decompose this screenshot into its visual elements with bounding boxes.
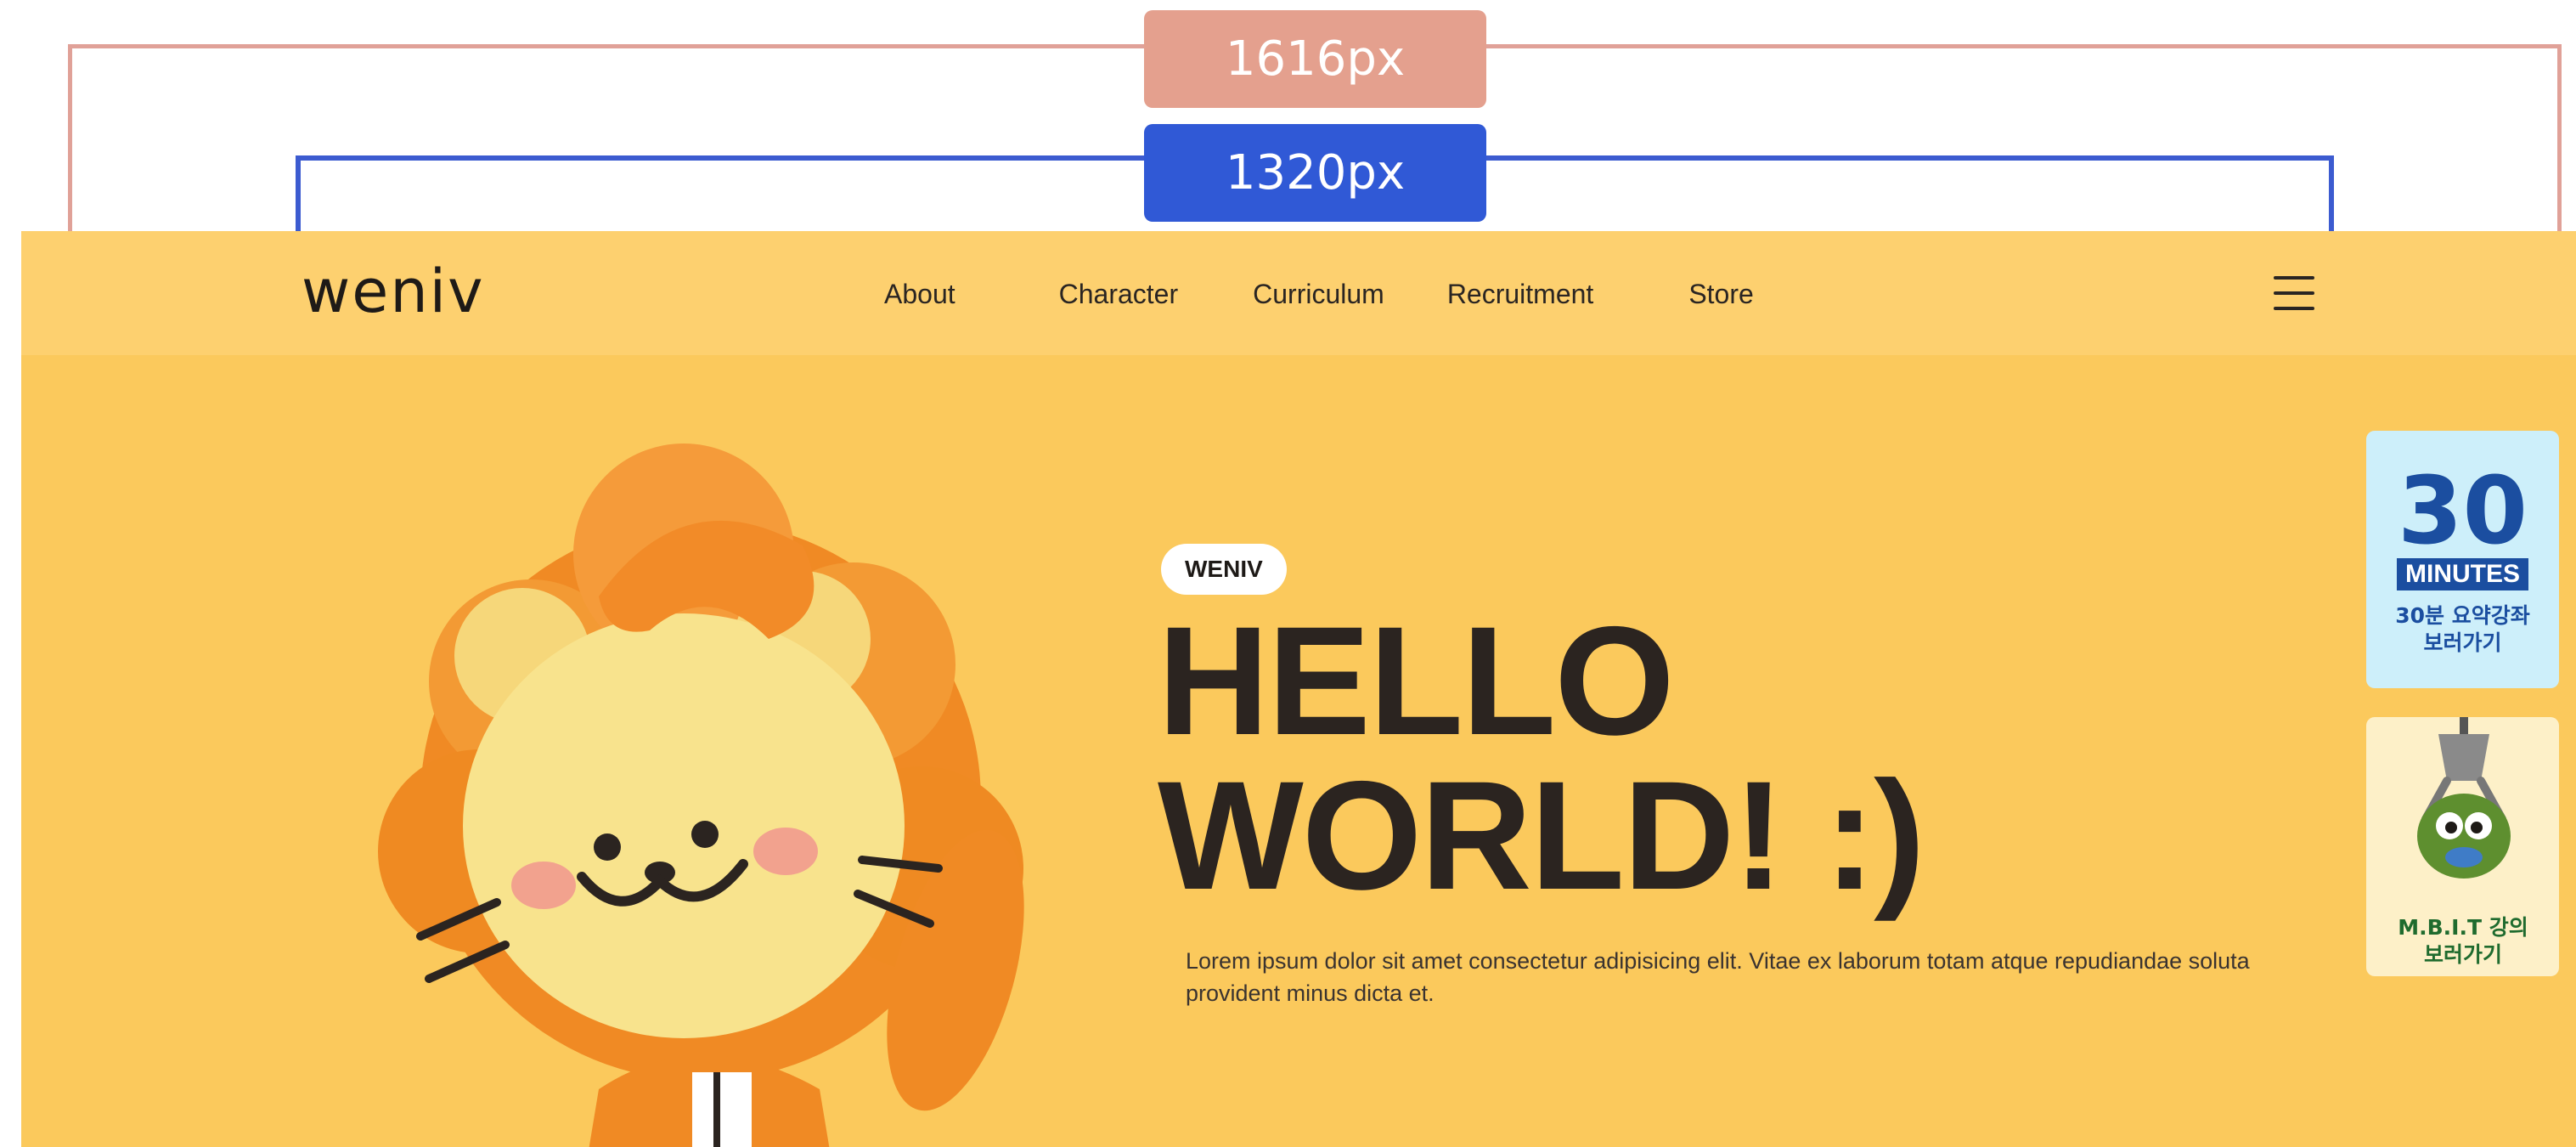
card-caption: M.B.I.T 강의 보러가기 [2378, 914, 2548, 969]
nav-store[interactable]: Store [1688, 279, 1753, 310]
nav-character[interactable]: Character [1059, 279, 1179, 310]
website-viewport: weniv About Character Curriculum Recruit… [21, 231, 2576, 1147]
nav-about[interactable]: About [884, 279, 955, 310]
hero-title-line1: HELLO [1158, 594, 1675, 767]
card-caption-line1: M.B.I.T 강의 [2398, 915, 2528, 940]
main-nav: About Character Curriculum Recruitment S… [884, 279, 1754, 310]
weniv-logo[interactable]: weniv [302, 257, 485, 326]
nav-curriculum[interactable]: Curriculum [1253, 279, 1384, 310]
inner-width-label: 1320px [1144, 124, 1486, 222]
summary-lecture-card[interactable]: 30 MINUTES 30분 요약강좌 보러가기 [2366, 431, 2559, 688]
hero-description: Lorem ipsum dolor sit amet consectetur a… [1186, 948, 2250, 1006]
claw-machine-character-icon [2417, 717, 2511, 879]
card-minutes-chip: MINUTES [2397, 558, 2528, 590]
menu-icon[interactable] [2274, 276, 2314, 310]
mbit-lecture-card[interactable]: M.B.I.T 강의 보러가기 [2366, 717, 2559, 976]
hero-badge: WENIV [1161, 544, 1287, 595]
card-caption: 30분 요약강좌 보러가기 [2378, 602, 2548, 657]
outer-width-label: 1616px [1144, 10, 1486, 108]
hero-title: HELLO WORLD! :) [1158, 594, 1925, 922]
hero-title-line2: WORLD! :) [1158, 749, 1925, 922]
card-caption-line2: 보러가기 [2423, 942, 2502, 967]
nav-recruitment[interactable]: Recruitment [1447, 279, 1594, 310]
card-number: 30 [2397, 456, 2528, 565]
card-caption-line2: 보러가기 [2423, 630, 2502, 655]
lion-character-illustration [378, 444, 1024, 1147]
site-header: weniv About Character Curriculum Recruit… [21, 231, 2576, 355]
card-caption-line1: 30분 요약강좌 [2395, 603, 2530, 628]
